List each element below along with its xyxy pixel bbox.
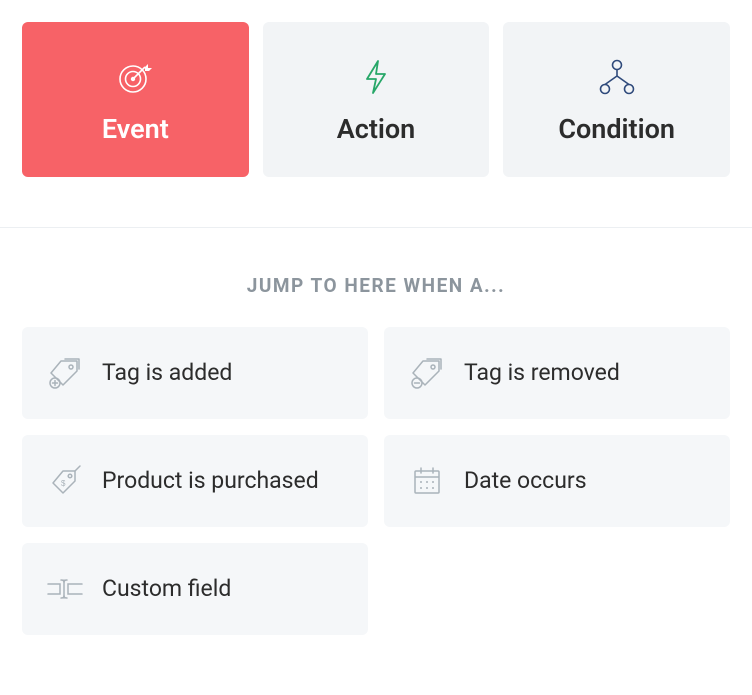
tag-remove-icon bbox=[406, 357, 448, 389]
branch-icon bbox=[595, 55, 639, 99]
tab-event[interactable]: Event bbox=[22, 22, 249, 177]
svg-text:$: $ bbox=[61, 479, 66, 488]
tab-condition[interactable]: Condition bbox=[503, 22, 730, 177]
option-tag-added[interactable]: Tag is added bbox=[22, 327, 368, 419]
calendar-icon bbox=[406, 465, 448, 497]
section-title: JUMP TO HERE WHEN A... bbox=[22, 274, 730, 297]
text-cursor-icon bbox=[44, 576, 86, 602]
target-icon bbox=[115, 55, 155, 99]
tab-row: Event Action Condition bbox=[22, 22, 730, 177]
tab-condition-label: Condition bbox=[558, 113, 675, 145]
divider bbox=[0, 227, 752, 228]
option-label: Tag is removed bbox=[464, 357, 620, 388]
option-product-purchased[interactable]: $ Product is purchased bbox=[22, 435, 368, 527]
tab-action[interactable]: Action bbox=[263, 22, 490, 177]
option-label: Product is purchased bbox=[102, 465, 319, 496]
option-tag-removed[interactable]: Tag is removed bbox=[384, 327, 730, 419]
price-tag-icon: $ bbox=[44, 463, 86, 499]
option-custom-field[interactable]: Custom field bbox=[22, 543, 368, 635]
option-label: Custom field bbox=[102, 573, 231, 604]
tag-add-icon bbox=[44, 357, 86, 389]
tab-event-label: Event bbox=[102, 113, 169, 145]
option-label: Tag is added bbox=[102, 357, 232, 388]
option-label: Date occurs bbox=[464, 465, 587, 496]
bolt-icon bbox=[359, 55, 393, 99]
tab-action-label: Action bbox=[337, 113, 416, 145]
options-grid: Tag is added Tag is removed bbox=[22, 327, 730, 635]
option-date-occurs[interactable]: Date occurs bbox=[384, 435, 730, 527]
